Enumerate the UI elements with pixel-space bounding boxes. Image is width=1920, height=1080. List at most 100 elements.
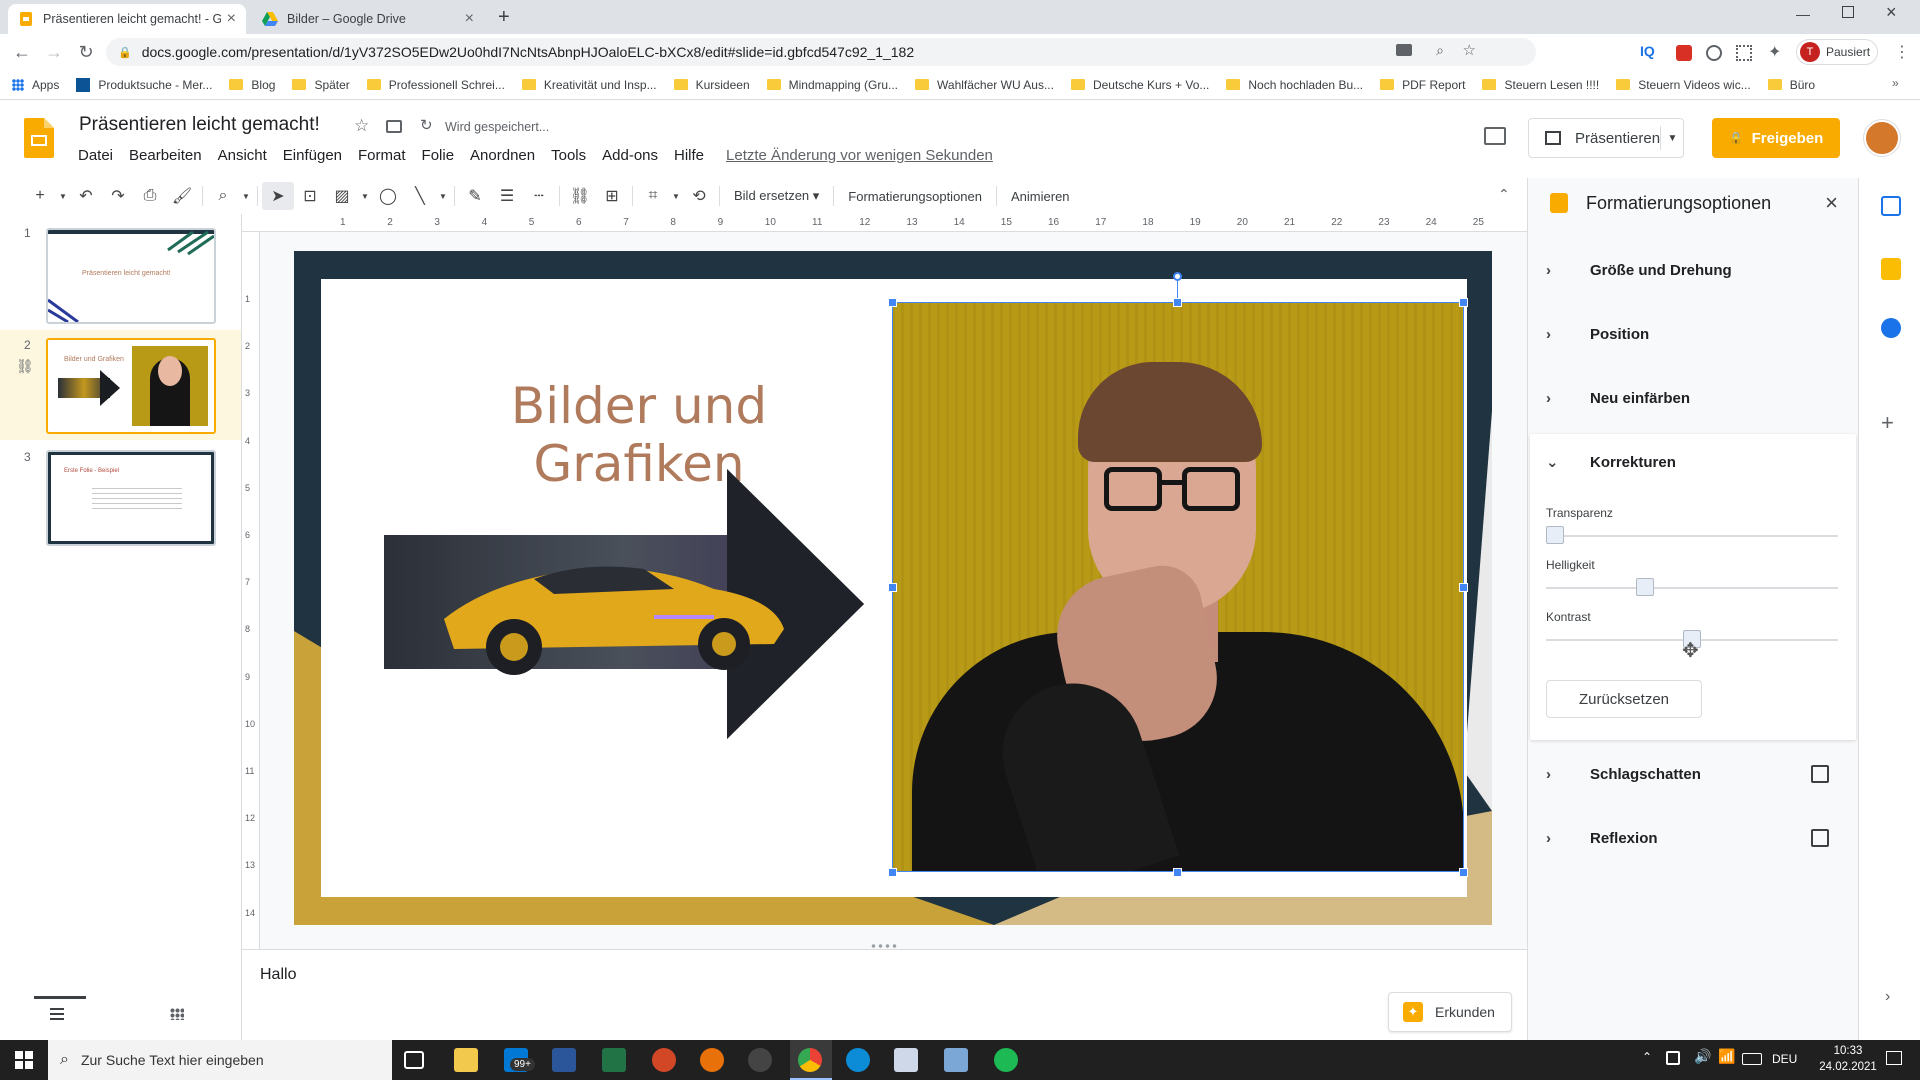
- arrow-car-image[interactable]: [384, 469, 864, 739]
- bookmark-item[interactable]: Steuern Lesen !!!!: [1482, 78, 1599, 92]
- language-indicator[interactable]: DEU: [1772, 1052, 1797, 1066]
- speaker-notes[interactable]: Hallo ✦ Erkunden: [242, 944, 1527, 1040]
- bookmark-item[interactable]: PDF Report: [1380, 78, 1465, 92]
- link-icon[interactable]: ⛓: [564, 182, 596, 210]
- slide-thumbnail-3[interactable]: Erste Folie - Beispiel: [46, 450, 216, 546]
- format-options-button[interactable]: Formatierungsoptionen: [838, 189, 992, 204]
- extension-grid-icon[interactable]: [1736, 45, 1752, 61]
- bookmark-item[interactable]: Deutsche Kurs + Vo...: [1070, 78, 1209, 92]
- taskbar-search[interactable]: ⌕ Zur Suche Text hier eingeben: [48, 1040, 392, 1080]
- undo-icon[interactable]: ↶: [70, 182, 102, 210]
- menu-tools[interactable]: Tools: [551, 147, 586, 164]
- image-icon[interactable]: ▨: [326, 182, 358, 210]
- keyboard-icon[interactable]: [1742, 1053, 1762, 1065]
- print-icon[interactable]: ⎙: [134, 182, 166, 210]
- app-icon[interactable]: [894, 1048, 918, 1072]
- bookmark-item[interactable]: Produktsuche - Mer...: [76, 77, 212, 92]
- textbox-icon[interactable]: ⊡: [294, 182, 326, 210]
- menu-einfuegen[interactable]: Einfügen: [283, 147, 342, 164]
- resize-handle-se[interactable]: [1459, 868, 1468, 877]
- task-view-icon[interactable]: [404, 1051, 424, 1069]
- collapse-toolbar-icon[interactable]: ⌃: [1498, 186, 1510, 203]
- comment-add-icon[interactable]: ⊞: [596, 182, 628, 210]
- browser-tab-drive[interactable]: Bilder – Google Drive ×: [252, 4, 484, 34]
- share-button[interactable]: 🔒 Freigeben: [1712, 118, 1840, 158]
- brightness-slider-thumb[interactable]: [1636, 578, 1655, 596]
- document-title[interactable]: Präsentieren leicht gemacht!: [79, 114, 320, 136]
- transparency-slider-track[interactable]: [1546, 535, 1838, 537]
- bookmark-item[interactable]: Mindmapping (Gru...: [766, 78, 898, 92]
- powerpoint-icon[interactable]: [652, 1048, 676, 1072]
- resize-handle-w[interactable]: [888, 583, 897, 592]
- last-edit-link[interactable]: Letzte Änderung vor wenigen Sekunden: [726, 147, 993, 164]
- new-slide-icon[interactable]: +: [24, 182, 56, 210]
- explore-button[interactable]: ✦ Erkunden: [1388, 992, 1512, 1032]
- bookmark-star-icon[interactable]: ☆: [1463, 41, 1476, 59]
- reflection-checkbox[interactable]: [1811, 829, 1829, 847]
- keep-icon[interactable]: [1881, 258, 1901, 280]
- zoom-dropdown-icon[interactable]: ▼: [239, 182, 253, 210]
- bookmark-apps[interactable]: Apps: [12, 78, 59, 92]
- close-tab-icon[interactable]: ×: [227, 10, 236, 28]
- resize-handle-s[interactable]: [1173, 868, 1182, 877]
- resize-handle-ne[interactable]: [1459, 298, 1468, 307]
- comments-icon[interactable]: [1484, 127, 1506, 145]
- image-dropdown-icon[interactable]: ▼: [358, 182, 372, 210]
- menu-addons[interactable]: Add-ons: [602, 147, 658, 164]
- add-addon-icon[interactable]: +: [1881, 410, 1894, 436]
- animate-button[interactable]: Animieren: [1001, 189, 1080, 204]
- back-arrow-icon[interactable]: ←: [6, 36, 38, 68]
- app-icon[interactable]: [700, 1048, 724, 1072]
- section-drop-shadow[interactable]: › Schlagschatten: [1546, 742, 1841, 806]
- browser-menu-icon[interactable]: ⋮: [1894, 42, 1910, 62]
- zoom-icon[interactable]: ⌕: [207, 182, 239, 210]
- menu-datei[interactable]: Datei: [78, 147, 113, 164]
- bookmark-item[interactable]: Steuern Videos wic...: [1616, 78, 1751, 92]
- volume-icon[interactable]: 🔊: [1694, 1048, 1711, 1065]
- bookmark-item[interactable]: Kreativität und Insp...: [521, 78, 657, 92]
- zoom-icon[interactable]: ⌕: [1436, 42, 1444, 59]
- extension-icon[interactable]: [1676, 45, 1692, 61]
- tray-app-icon[interactable]: [1666, 1051, 1680, 1065]
- minimize-window-button[interactable]: —: [1796, 6, 1810, 22]
- drop-shadow-checkbox[interactable]: [1811, 765, 1829, 783]
- extension-iq-icon[interactable]: IQ: [1640, 43, 1655, 59]
- clock[interactable]: 10:33 24.02.2021: [1808, 1043, 1888, 1075]
- new-tab-button[interactable]: +: [498, 6, 510, 29]
- notes-drag-handle[interactable]: [870, 944, 898, 948]
- section-reflection[interactable]: › Reflexion: [1546, 806, 1841, 870]
- extensions-puzzle-icon[interactable]: ✦: [1768, 42, 1781, 62]
- slide-canvas[interactable]: Bilder und Grafiken: [294, 251, 1492, 925]
- move-folder-icon[interactable]: [386, 120, 402, 133]
- bookmark-item[interactable]: Wahlfächer WU Aus...: [915, 78, 1054, 92]
- resize-handle-e[interactable]: [1459, 583, 1468, 592]
- mask-dropdown-icon[interactable]: ▼: [669, 182, 683, 210]
- browser-tab-slides[interactable]: Präsentieren leicht gemacht! - Go ×: [8, 4, 246, 34]
- section-size-rotation[interactable]: › Größe und Drehung: [1546, 238, 1841, 302]
- paint-format-icon[interactable]: 🖌: [166, 182, 198, 210]
- bookmark-item[interactable]: Blog: [229, 78, 275, 92]
- present-dropdown-icon[interactable]: ▼: [1660, 126, 1684, 150]
- edge-icon[interactable]: [846, 1048, 870, 1072]
- file-explorer-icon[interactable]: [454, 1048, 478, 1072]
- network-icon[interactable]: 📶: [1718, 1048, 1735, 1065]
- bookmark-item[interactable]: Büro: [1767, 78, 1815, 92]
- bookmark-item[interactable]: Professionell Schrei...: [366, 78, 505, 92]
- camera-icon[interactable]: [1396, 44, 1412, 56]
- forward-arrow-icon[interactable]: →: [38, 36, 70, 68]
- excel-icon[interactable]: [602, 1048, 626, 1072]
- extension-globe-icon[interactable]: [1706, 45, 1722, 61]
- shape-icon[interactable]: ◯: [372, 182, 404, 210]
- tasks-icon[interactable]: [1881, 318, 1901, 338]
- notes-text[interactable]: Hallo: [260, 966, 296, 984]
- account-avatar[interactable]: [1864, 120, 1900, 156]
- menu-anordnen[interactable]: Anordnen: [470, 147, 535, 164]
- slide-thumbnail-2[interactable]: Bilder und Grafiken: [46, 338, 216, 434]
- transparency-slider-thumb[interactable]: [1546, 526, 1564, 544]
- redo-icon[interactable]: ↷: [102, 182, 134, 210]
- resize-handle-nw[interactable]: [888, 298, 897, 307]
- star-icon[interactable]: ☆: [354, 116, 369, 136]
- slide-thumbnail-1[interactable]: Präsentieren leicht gemacht!: [46, 228, 216, 324]
- border-dash-icon[interactable]: ┄: [523, 182, 555, 210]
- close-tab-icon[interactable]: ×: [465, 10, 474, 28]
